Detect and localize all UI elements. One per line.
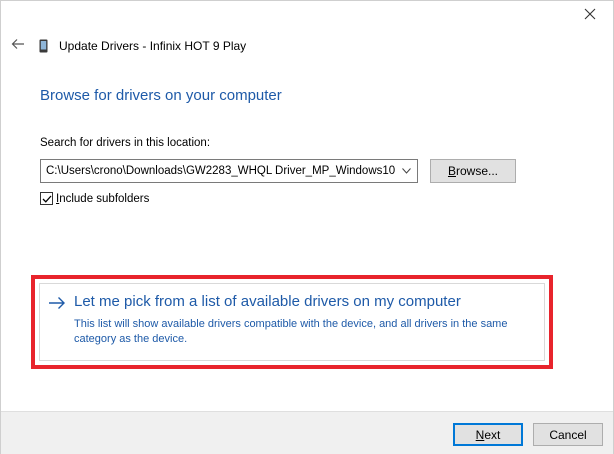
browse-button[interactable]: Browse... [430, 159, 516, 183]
window-title: Update Drivers - Infinix HOT 9 Play [59, 39, 247, 53]
close-icon [584, 7, 596, 25]
next-mnemonic: N [475, 427, 485, 442]
phone-icon [39, 39, 48, 53]
path-combobox[interactable] [40, 159, 418, 183]
search-location-label: Search for drivers in this location: [40, 137, 211, 149]
back-button[interactable] [9, 37, 27, 55]
path-input[interactable] [41, 160, 397, 182]
close-button[interactable] [567, 1, 613, 31]
checkmark-icon [42, 195, 51, 203]
pick-option-description: This list will show available drivers co… [74, 318, 508, 345]
pick-from-list-option[interactable]: Let me pick from a list of available dri… [39, 283, 545, 361]
include-subfolders-checkbox[interactable] [40, 192, 53, 205]
pick-option-title: Let me pick from a list of available dri… [74, 293, 461, 310]
next-button[interactable]: Next [453, 423, 523, 446]
browse-label: rowse... [456, 164, 499, 178]
update-drivers-window: Update Drivers - Infinix HOT 9 Play Brow… [0, 0, 614, 454]
page-heading: Browse for drivers on your computer [40, 87, 282, 104]
include-subfolders-option[interactable]: Include subfolders [40, 192, 149, 205]
title-bar: Update Drivers - Infinix HOT 9 Play [9, 35, 246, 57]
cancel-button[interactable]: Cancel [533, 423, 603, 446]
next-label: ext [484, 427, 501, 442]
chevron-down-icon[interactable] [397, 160, 415, 182]
browse-mnemonic: B [447, 164, 456, 178]
include-subfolders-label: Include subfolders [56, 192, 150, 205]
back-arrow-icon [11, 37, 25, 55]
dialog-footer: Next Cancel [1, 411, 613, 454]
arrow-right-icon [48, 296, 66, 310]
